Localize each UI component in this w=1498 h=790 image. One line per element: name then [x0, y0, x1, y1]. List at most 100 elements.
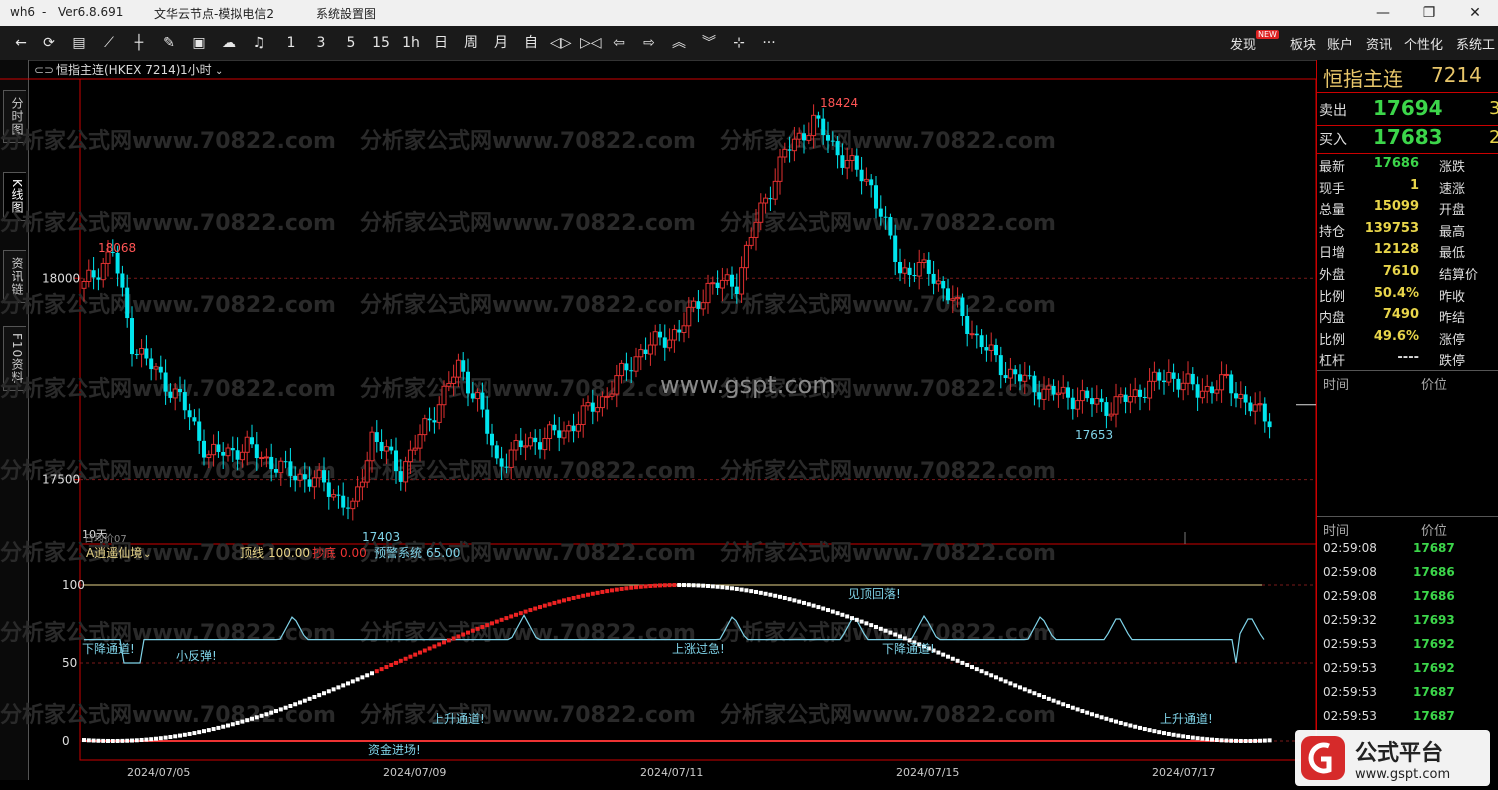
- oscillator-up-mark: [638, 584, 643, 589]
- oscillator-down-mark: [869, 623, 874, 628]
- oscillator-up-mark: [528, 608, 533, 613]
- candle-body-down: [1234, 393, 1238, 399]
- oscillator-up-mark: [485, 623, 490, 628]
- candle-body-down: [552, 424, 557, 431]
- candle-body-up: [1046, 385, 1052, 390]
- oscillator-down-mark: [283, 705, 288, 710]
- quote-label-right: 涨停: [1439, 332, 1466, 348]
- oscillator-up-mark: [413, 652, 418, 657]
- oscillator-down-mark: [168, 734, 173, 739]
- oscillator-down-mark: [1181, 734, 1186, 739]
- quote-row: 总量 15099 开盘: [1317, 199, 1498, 220]
- oscillator-down-mark: [1262, 738, 1267, 743]
- oscillator-up-mark: [384, 665, 389, 670]
- time-header: 时间: [1323, 378, 1350, 393]
- quote-value: 1: [1409, 177, 1419, 193]
- oscillator-up-mark: [538, 605, 542, 610]
- oscillator-down-mark: [197, 730, 202, 735]
- candle-body-up: [364, 460, 370, 483]
- high-label: 18424: [820, 96, 858, 110]
- indicator-name: A逍遥仙境: [86, 545, 142, 560]
- oscillator-up-mark: [456, 634, 461, 639]
- candle-body-down: [134, 354, 139, 356]
- oscillator-down-mark: [1099, 715, 1104, 720]
- tick-row: 02:59:53 17687: [1317, 685, 1498, 709]
- oscillator-up-mark: [403, 656, 408, 661]
- oscillator-down-mark: [312, 694, 317, 699]
- quote-row: 杠杆 ---- 跌停: [1317, 350, 1498, 371]
- oscillator-down-mark: [898, 634, 902, 639]
- menu-item-3[interactable]: 资讯: [1366, 34, 1392, 53]
- oscillator-up-mark: [394, 660, 398, 665]
- oscillator-up-mark: [422, 648, 427, 653]
- oscillator-down-mark: [1205, 737, 1210, 742]
- candle-body-down: [346, 507, 350, 509]
- chain-icon: ⊂⊃: [34, 63, 54, 77]
- oscillator-down-mark: [1162, 731, 1166, 736]
- candle-body-up: [316, 469, 322, 479]
- candle-body-up: [1238, 393, 1244, 399]
- candle-body-up: [263, 456, 269, 459]
- oscillator-down-mark: [878, 626, 883, 631]
- menu-item-2[interactable]: 账户: [1327, 34, 1353, 53]
- close-icon[interactable]: ✕: [1452, 0, 1498, 26]
- oscillator-up-mark: [398, 658, 403, 663]
- oscillator-down-mark: [163, 735, 168, 740]
- indicator-annotation: 上涨过急!: [672, 641, 725, 656]
- candle-body-down: [91, 270, 96, 278]
- kline-chart-area[interactable]: ⊂⊃ 恒指主连(HKEX 7214) 1小时 ⌄分析家公式网www.70822.com…: [0, 0, 1316, 790]
- candle-body-down: [1157, 372, 1162, 381]
- oscillator-down-mark: [1051, 698, 1056, 703]
- candle-body-down: [221, 451, 226, 456]
- oscillator-down-mark: [110, 738, 115, 743]
- minimize-icon[interactable]: —: [1360, 0, 1406, 26]
- candle-body-down: [394, 450, 398, 472]
- menu-item-5[interactable]: 系统工: [1456, 34, 1495, 53]
- oscillator-down-mark: [744, 588, 749, 593]
- oscillator-down-mark: [763, 591, 768, 596]
- oscillator-down-mark: [96, 738, 101, 743]
- candle-body-up: [1132, 389, 1138, 397]
- site-watermark: 分析家公式网www.70822.com: [0, 620, 336, 646]
- quote-value: 49.6%: [1373, 328, 1419, 344]
- oscillator-down-mark: [739, 587, 744, 592]
- candle-body-up: [1147, 380, 1153, 399]
- quote-label-right: 结算价: [1439, 268, 1479, 283]
- candle-body-up: [950, 298, 956, 301]
- oscillator-down-mark: [226, 723, 230, 728]
- menu-item-4[interactable]: 个性化: [1404, 34, 1443, 53]
- candle-body-up: [100, 262, 106, 281]
- candle-body-down: [590, 402, 595, 412]
- candle-body-up: [297, 473, 303, 481]
- candle-body-up: [350, 500, 356, 510]
- candle-body-up: [671, 329, 677, 341]
- candle-body-up: [686, 306, 692, 327]
- site-watermark: 分析家公式网www.70822.com: [720, 292, 1056, 318]
- candle-body-down: [538, 442, 542, 450]
- quote-name: 恒指主连: [1323, 67, 1403, 91]
- oscillator-down-mark: [1075, 707, 1080, 712]
- quote-label: 现手: [1319, 181, 1346, 197]
- indicator-param-value: 0.00: [340, 546, 367, 560]
- candle-body-up: [955, 297, 961, 300]
- indicator-param-label: 预警系统: [374, 545, 422, 560]
- maximize-icon[interactable]: ❐: [1406, 0, 1452, 26]
- candle-body-down: [269, 456, 274, 470]
- candle-body-up: [475, 392, 481, 400]
- candle-body-down: [926, 259, 931, 274]
- quote-label: 最新: [1319, 160, 1346, 175]
- candle-body-down: [163, 372, 168, 392]
- candle-body-down: [336, 494, 341, 496]
- candle-body-up: [1199, 390, 1205, 399]
- site-watermark: 分析家公式网www.70822.com: [360, 702, 696, 728]
- oscillator-down-mark: [1085, 710, 1090, 715]
- candle-body-down: [1171, 372, 1176, 379]
- candle-body-down: [1003, 375, 1008, 379]
- candle-body-down: [144, 348, 149, 359]
- candle-body-up: [1022, 374, 1028, 382]
- oscillator-down-mark: [86, 738, 91, 743]
- candle-body-down: [197, 421, 202, 441]
- candle-body-down: [898, 261, 902, 274]
- tick-row: 02:59:08 17686: [1317, 565, 1498, 589]
- buy-label: 买入: [1319, 132, 1347, 148]
